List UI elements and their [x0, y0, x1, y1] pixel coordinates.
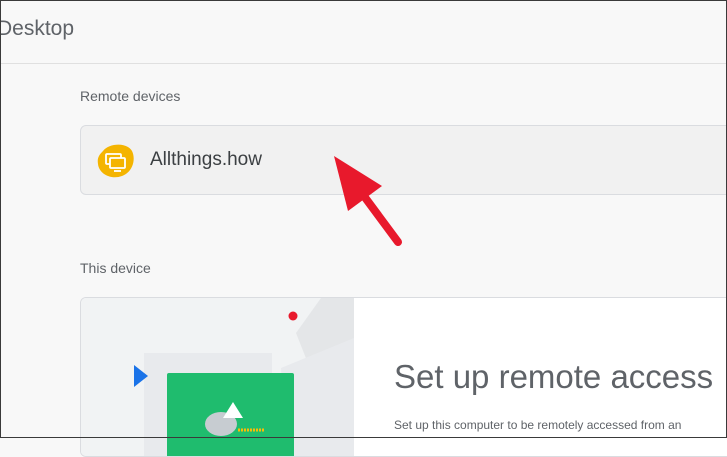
app-header: Desktop — [0, 0, 727, 64]
this-device-heading: This device — [80, 260, 151, 276]
setup-remote-access-card[interactable]: Set up remote access Set up this compute… — [80, 297, 727, 457]
remote-device-item[interactable]: Allthings.how — [80, 125, 727, 195]
computer-icon — [97, 143, 135, 179]
setup-title: Set up remote access — [394, 358, 714, 395]
setup-description: Set up this computer to be remotely acce… — [394, 418, 682, 432]
remote-devices-heading: Remote devices — [80, 88, 181, 104]
setup-illustration — [81, 298, 354, 456]
remote-device-name: Allthings.how — [150, 149, 262, 170]
app-title: Desktop — [0, 17, 75, 40]
